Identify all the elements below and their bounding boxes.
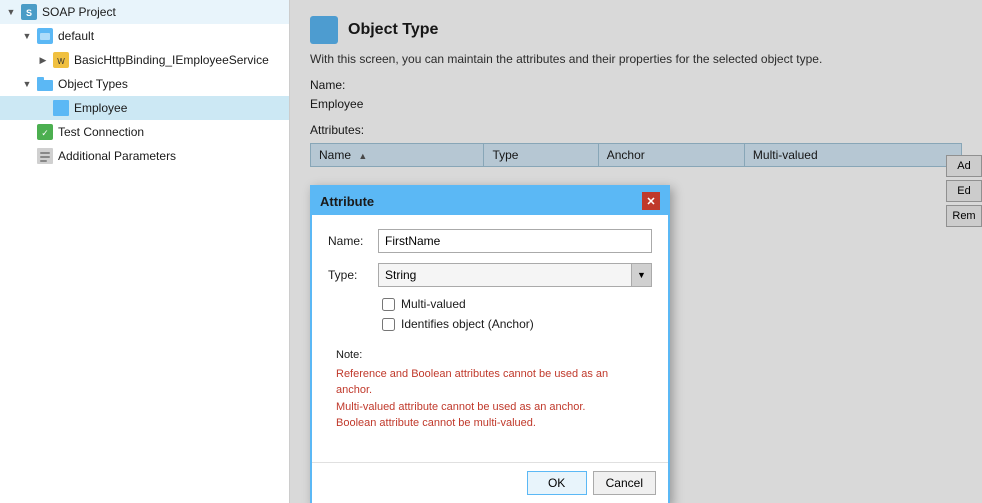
select-dropdown-arrow[interactable]: ▼ [632, 263, 652, 287]
employee-icon [52, 99, 70, 117]
name-field-row: Name: [328, 229, 652, 253]
sidebar-item-employee[interactable]: Employee [0, 96, 289, 120]
note-line3: Boolean attribute cannot be multi-valued… [336, 417, 536, 429]
expand-arrow-object-types [20, 77, 34, 91]
sidebar-item-soap-project-label: SOAP Project [42, 5, 116, 19]
close-icon: ✕ [646, 195, 655, 208]
cancel-button[interactable]: Cancel [593, 471, 656, 495]
svg-text:W: W [57, 57, 65, 66]
identifies-object-checkbox[interactable] [382, 318, 395, 331]
params-icon [36, 147, 54, 165]
expand-arrow-default [20, 29, 34, 43]
expand-arrow-params [20, 149, 34, 163]
chevron-down-icon: ▼ [637, 270, 646, 280]
soap-project-icon: S [20, 3, 38, 21]
multi-valued-row: Multi-valued [382, 297, 652, 311]
modal-overlay: Attribute ✕ Name: Type: String [290, 0, 982, 503]
default-icon [36, 27, 54, 45]
dialog-titlebar: Attribute ✕ [312, 187, 668, 215]
sidebar-item-soap-project[interactable]: S SOAP Project [0, 0, 289, 24]
attribute-dialog: Attribute ✕ Name: Type: String [310, 185, 670, 503]
dialog-title: Attribute [320, 194, 374, 209]
type-select-wrapper: String Integer Boolean Reference ▼ [378, 263, 652, 287]
sidebar-item-test-label: Test Connection [58, 125, 144, 139]
identifies-object-row: Identifies object (Anchor) [382, 317, 652, 331]
binding-icon: W [52, 51, 70, 69]
dialog-close-button[interactable]: ✕ [642, 192, 660, 210]
note-line2: Multi-valued attribute cannot be used as… [336, 401, 586, 413]
sidebar-item-employee-label: Employee [74, 101, 127, 115]
svg-text:✓: ✓ [41, 128, 49, 138]
sidebar-item-additional-params[interactable]: Additional Parameters [0, 144, 289, 168]
sidebar-item-additional-params-label: Additional Parameters [58, 149, 176, 163]
type-field-row: Type: String Integer Boolean Reference ▼ [328, 263, 652, 287]
dialog-note: Note: Reference and Boolean attributes c… [328, 341, 652, 438]
sidebar-item-object-types[interactable]: Object Types [0, 72, 289, 96]
main-content: Object Type With this screen, you can ma… [290, 0, 982, 503]
sidebar-item-test-connection[interactable]: ✓ Test Connection [0, 120, 289, 144]
dialog-name-input[interactable] [378, 229, 652, 253]
sidebar-item-binding[interactable]: W BasicHttpBinding_IEmployeeService [0, 48, 289, 72]
ok-button[interactable]: OK [527, 471, 587, 495]
expand-arrow-binding [36, 53, 50, 67]
dialog-type-label: Type: [328, 268, 378, 282]
test-connection-icon: ✓ [36, 123, 54, 141]
sidebar-item-default-label: default [58, 29, 94, 43]
note-line1: Reference and Boolean attributes cannot … [336, 368, 608, 397]
multi-valued-label[interactable]: Multi-valued [401, 297, 466, 311]
expand-arrow [4, 5, 18, 19]
dialog-type-select[interactable]: String Integer Boolean Reference [378, 263, 632, 287]
dialog-footer: OK Cancel [312, 462, 668, 503]
multi-valued-checkbox[interactable] [382, 298, 395, 311]
folder-blue-icon [36, 75, 54, 93]
dialog-name-label: Name: [328, 234, 378, 248]
sidebar-item-binding-label: BasicHttpBinding_IEmployeeService [74, 53, 269, 67]
sidebar: S SOAP Project default W BasicHttpBindin… [0, 0, 290, 503]
svg-text:S: S [26, 8, 32, 18]
expand-arrow-employee [36, 101, 50, 115]
dialog-body: Name: Type: String Integer Boolean Refer… [312, 215, 668, 462]
sidebar-item-default[interactable]: default [0, 24, 289, 48]
note-header: Note: [336, 347, 644, 364]
expand-arrow-test [20, 125, 34, 139]
identifies-object-label[interactable]: Identifies object (Anchor) [401, 317, 534, 331]
sidebar-item-object-types-label: Object Types [58, 77, 128, 91]
